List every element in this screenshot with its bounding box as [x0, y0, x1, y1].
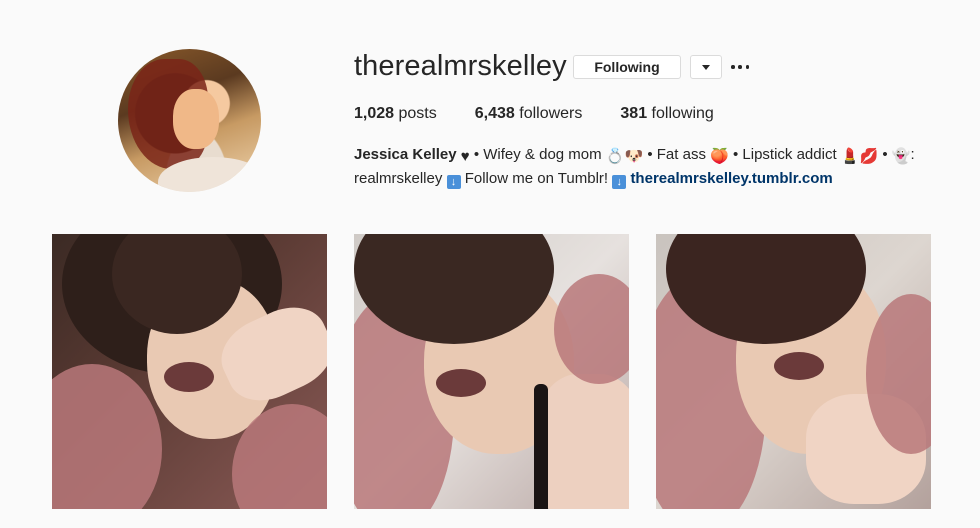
photo-lips	[436, 369, 486, 397]
photo-shoulder	[534, 374, 629, 509]
suggestions-dropdown-button[interactable]	[690, 55, 722, 79]
avatar-face	[173, 89, 219, 149]
photo-lips	[774, 352, 824, 380]
posts-count: 1,028	[354, 105, 395, 122]
post-thumbnail[interactable]	[52, 234, 327, 509]
bio-text: • Fat ass	[647, 146, 706, 163]
following-stat[interactable]: 381 following	[620, 105, 713, 123]
bio-website-link[interactable]: therealmrskelley.tumblr.com	[630, 170, 832, 187]
down-arrow-box-icon: ↓	[612, 175, 627, 189]
ring-dog-emoji: 💍🐶	[605, 148, 644, 165]
peach-emoji: 🍑	[710, 148, 729, 165]
following-count: 381	[620, 105, 648, 122]
posts-stat: 1,028 posts	[354, 105, 437, 123]
dot-icon	[745, 65, 749, 69]
bio-text: •	[882, 146, 888, 163]
bio-text: :	[910, 146, 915, 163]
dot-icon	[738, 65, 742, 69]
bio-text: realmrskelley	[354, 170, 443, 187]
bio-text: Follow me on Tumblr!	[464, 170, 609, 187]
following-button[interactable]: Following	[573, 55, 681, 79]
profile-username: therealmrskelley	[354, 50, 567, 82]
black-heart-icon: ♥	[460, 148, 470, 165]
down-arrow-box-icon: ↓	[446, 175, 461, 189]
posts-label: posts	[398, 105, 437, 122]
profile-bio: Jessica Kelley ♥ • Wifey & dog mom 💍🐶 • …	[354, 144, 954, 190]
profile-avatar[interactable]	[118, 49, 261, 192]
bio-name: Jessica Kelley	[354, 146, 457, 163]
more-options-button[interactable]	[731, 56, 749, 78]
ghost-emoji: 👻	[891, 148, 911, 165]
bio-text: • Wifey & dog mom	[473, 146, 602, 163]
photo-strap	[534, 384, 548, 509]
followers-count: 6,438	[474, 105, 515, 122]
bio-text: • Lipstick addict	[732, 146, 837, 163]
photo-lips	[164, 362, 214, 392]
followers-stat[interactable]: 6,438 followers	[475, 105, 583, 123]
followers-label: followers	[519, 105, 583, 122]
post-thumbnail[interactable]	[656, 234, 931, 509]
post-thumbnail[interactable]	[354, 234, 629, 509]
dot-icon	[731, 65, 735, 69]
following-label: following	[651, 105, 714, 122]
lipstick-kiss-emoji: 💄💋	[840, 148, 879, 165]
profile-stats: 1,028 posts 6,438 followers 381 followin…	[354, 105, 752, 123]
triangle-down-icon	[702, 64, 710, 70]
